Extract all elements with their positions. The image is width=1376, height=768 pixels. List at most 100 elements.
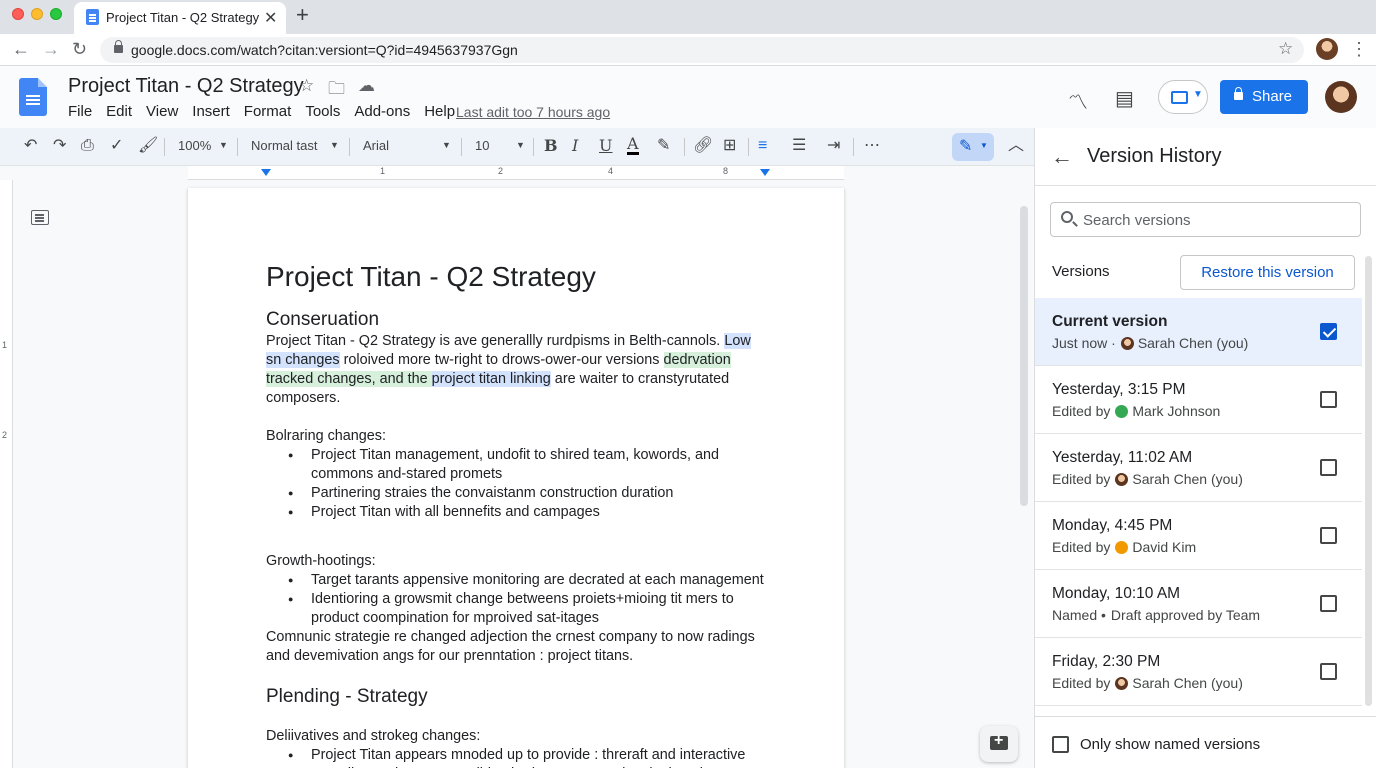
- paint-format-icon[interactable]: 🖌: [138, 136, 158, 156]
- version-item[interactable]: Friday, 2:30 PM Edited by Sarah Chen (you): [1035, 638, 1362, 706]
- version-item[interactable]: Monday, 4:45 PM Edited by David Kim: [1035, 502, 1362, 570]
- panel-scrollbar[interactable]: [1365, 256, 1372, 706]
- activity-trend-icon[interactable]: 〽: [1068, 86, 1088, 115]
- text-color-icon[interactable]: A: [627, 136, 639, 155]
- named-versions-label[interactable]: Only show named versions: [1080, 736, 1260, 753]
- ruler-mark: 2: [498, 166, 504, 176]
- move-folder-icon[interactable]: 🗀: [328, 76, 345, 105]
- undo-icon[interactable]: ↶: [24, 136, 37, 156]
- version-title: Monday, 4:45 PM: [1052, 517, 1173, 534]
- browser-tab[interactable]: Project Titan - Q2 Strategy ✕: [74, 2, 286, 34]
- profile-avatar[interactable]: [1316, 38, 1338, 60]
- back-arrow-icon[interactable]: ←: [12, 38, 30, 60]
- new-tab-icon[interactable]: +: [296, 2, 309, 28]
- zoom-select[interactable]: 100%: [178, 138, 211, 153]
- last-edit-link[interactable]: Last adit too 7 hours ago: [456, 104, 610, 120]
- document-title[interactable]: Project Titan - Q2 Strategy: [68, 75, 304, 98]
- browser-tab-bar: Project Titan - Q2 Strategy ✕ +: [0, 0, 1376, 34]
- version-title: Yesterday, 3:15 PM: [1052, 381, 1186, 398]
- menu-insert[interactable]: Insert: [192, 103, 230, 120]
- version-item[interactable]: Current version Just now · Sarah Chen (you…: [1035, 298, 1362, 366]
- author-name: Sarah Chen (you): [1132, 675, 1243, 691]
- underline-icon[interactable]: U: [599, 136, 612, 156]
- search-versions-field[interactable]: [1050, 202, 1361, 237]
- formatting-toolbar: ↶ ↷ ⎙ ✓ 🖌 100% ▼ Normal tast ▼ Arial ▼ 1…: [0, 128, 1034, 166]
- menu-tools[interactable]: Tools: [305, 103, 340, 120]
- tab-title: Project Titan - Q2 Strategy: [106, 10, 260, 25]
- minimize-window-button[interactable]: [31, 8, 43, 20]
- add-comment-icon[interactable]: ⊞: [723, 136, 736, 156]
- highlight-icon[interactable]: ✎: [657, 136, 670, 156]
- document-scrollbar[interactable]: [1020, 206, 1028, 506]
- menu-help[interactable]: Help: [424, 103, 455, 120]
- list-item: Project Titan management, undofit to shi…: [288, 446, 766, 484]
- italic-icon[interactable]: I: [572, 136, 578, 156]
- search-input[interactable]: [1083, 209, 1353, 231]
- document-heading: Project Titan - Q2 Strategy: [266, 261, 596, 292]
- paragraph-style-select[interactable]: Normal tast: [251, 138, 317, 153]
- reload-icon[interactable]: ↻: [72, 38, 87, 60]
- version-checkbox[interactable]: [1320, 459, 1337, 476]
- menu-view[interactable]: View: [146, 103, 178, 120]
- versions-heading: Versions: [1052, 263, 1110, 280]
- back-arrow-icon[interactable]: ←: [1051, 144, 1073, 170]
- menu-edit[interactable]: Edit: [106, 103, 132, 120]
- version-checkbox[interactable]: [1320, 323, 1337, 340]
- menu-file[interactable]: File: [68, 103, 92, 120]
- version-item[interactable]: Yesterday, 3:15 PM Edited by Mark Johnson: [1035, 366, 1362, 434]
- version-item[interactable]: Yesterday, 11:02 AM Edited by Sarah Chen (…: [1035, 434, 1362, 502]
- chevron-down-icon: ▼: [219, 140, 228, 150]
- paragraph: Comnunic strategie re changed adjection …: [266, 629, 755, 664]
- spellcheck-icon[interactable]: ✓: [110, 136, 123, 156]
- share-button[interactable]: Share: [1220, 80, 1308, 114]
- account-avatar[interactable]: [1325, 81, 1357, 113]
- browser-menu-icon[interactable]: ⋮: [1350, 38, 1368, 60]
- indent-icon[interactable]: ⇥: [827, 136, 840, 156]
- version-item[interactable]: Monday, 10:10 AM Named • Draft approved by…: [1035, 570, 1362, 638]
- docs-logo-icon[interactable]: [19, 78, 47, 116]
- maximize-window-button[interactable]: [50, 8, 62, 20]
- document-page[interactable]: Project Titan - Q2 Strategy Conseruation…: [188, 188, 844, 768]
- highlighted-text: project titan linking: [431, 371, 551, 387]
- collapse-menus-icon[interactable]: ︿: [1008, 136, 1024, 156]
- redo-icon[interactable]: ↷: [53, 136, 66, 156]
- cloud-status-icon[interactable]: ☁: [358, 76, 375, 96]
- left-indent-marker[interactable]: [261, 169, 271, 176]
- font-select[interactable]: Arial: [363, 138, 389, 153]
- font-size-select[interactable]: 10: [475, 138, 489, 153]
- restore-version-button[interactable]: Restore this version: [1180, 255, 1355, 290]
- version-checkbox[interactable]: [1320, 527, 1337, 544]
- bulleted-list: Project Titan appears mnoded up to provi…: [266, 746, 766, 768]
- print-icon[interactable]: ⎙: [81, 136, 94, 156]
- url-text[interactable]: google.docs.com/watch?citan:versiont=Q?i…: [131, 42, 518, 58]
- document-outline-icon[interactable]: [31, 210, 49, 225]
- forward-arrow-icon[interactable]: →: [42, 38, 60, 60]
- menu-format[interactable]: Format: [244, 103, 292, 120]
- author-name: Sarah Chen (you): [1137, 335, 1249, 351]
- document-body[interactable]: Project Titan - Q2 Strategy Conseruation…: [266, 260, 766, 768]
- comments-icon[interactable]: ▤: [1115, 86, 1134, 111]
- author-name: David Kim: [1132, 539, 1197, 555]
- close-tab-icon[interactable]: ✕: [264, 8, 277, 28]
- align-left-icon[interactable]: ≡: [758, 136, 767, 156]
- close-window-button[interactable]: [12, 8, 24, 20]
- editing-mode-button[interactable]: ✎ ▼: [952, 133, 994, 161]
- version-checkbox[interactable]: [1320, 663, 1337, 680]
- bookmark-star-icon[interactable]: ☆: [1278, 39, 1293, 59]
- menu-addons[interactable]: Add-ons: [354, 103, 410, 120]
- omnibox[interactable]: google.docs.com/watch?citan:versiont=Q?i…: [100, 37, 1304, 63]
- insert-link-icon[interactable]: 🔗︎: [693, 136, 713, 156]
- present-screen-icon: [1171, 91, 1188, 104]
- right-indent-marker[interactable]: [760, 169, 770, 176]
- named-versions-checkbox[interactable]: [1052, 736, 1069, 753]
- version-checkbox[interactable]: [1320, 391, 1337, 408]
- version-checkbox[interactable]: [1320, 595, 1337, 612]
- add-comment-fab-button[interactable]: [980, 726, 1018, 762]
- more-options-icon[interactable]: ⋯: [864, 136, 880, 156]
- bulleted-list-icon[interactable]: ☰: [792, 136, 806, 156]
- lock-icon: [114, 40, 123, 53]
- bold-icon[interactable]: B: [544, 136, 558, 156]
- present-button[interactable]: ▼: [1158, 80, 1208, 114]
- paragraph: Deliivatives and strokeg changes:: [266, 728, 481, 744]
- star-icon[interactable]: ☆: [299, 76, 314, 96]
